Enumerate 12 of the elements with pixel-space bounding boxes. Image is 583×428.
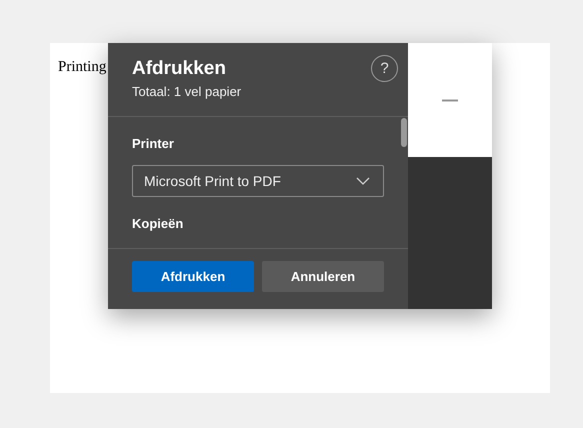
print-button[interactable]: Afdrukken — [132, 261, 254, 292]
dialog-title: Afdrukken — [132, 58, 227, 80]
sheet-count: Totaal: 1 vel papier — [132, 84, 242, 99]
chevron-down-icon — [356, 177, 370, 185]
cancel-button[interactable]: Annuleren — [262, 261, 384, 292]
section-label: Kopieën — [132, 216, 184, 231]
document-text: Printing — [58, 59, 106, 76]
scrollbar-thumb[interactable] — [401, 118, 407, 147]
help-button[interactable]: ? — [371, 55, 398, 82]
printer-dropdown[interactable]: Microsoft Print to PDF — [132, 165, 384, 197]
preview-text-line — [442, 98, 458, 102]
section-label: Printer — [132, 136, 175, 151]
